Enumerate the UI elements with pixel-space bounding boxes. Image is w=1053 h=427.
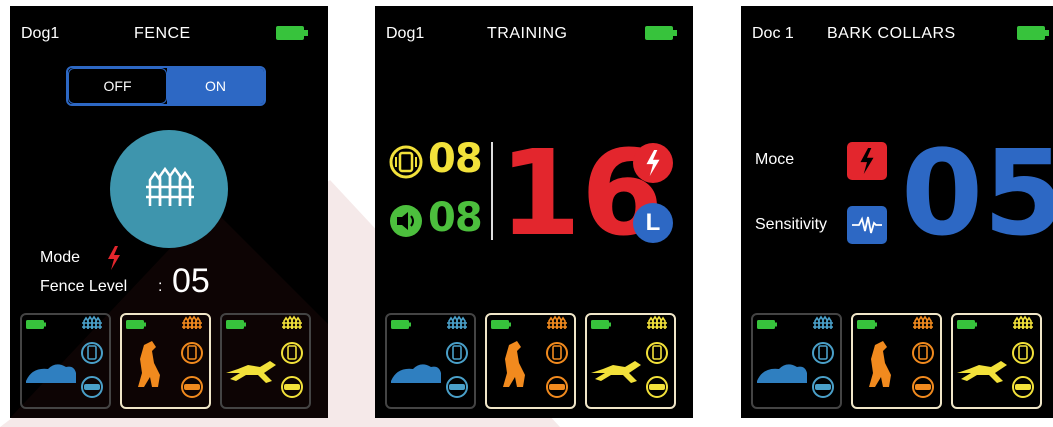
battery-icon xyxy=(757,320,777,329)
vibration-value: 08 xyxy=(428,136,483,182)
screen-training: Dog1 TRAINING 08 08 16 L xyxy=(375,6,693,418)
power-toggle[interactable]: OFF ON xyxy=(66,66,266,106)
dog-card-running[interactable] xyxy=(585,313,676,409)
mode-label: Moce xyxy=(755,151,795,168)
toggle-on[interactable]: ON xyxy=(167,68,264,104)
dog-icon xyxy=(591,361,641,383)
dog-label: Doc 1 xyxy=(752,25,794,42)
shock-icon xyxy=(860,148,874,174)
dog-label: Dog1 xyxy=(386,25,425,42)
battery-icon xyxy=(226,320,246,329)
battery-icon xyxy=(857,320,877,329)
screen-title: BARK COLLARS xyxy=(827,25,956,42)
level-badge[interactable]: L xyxy=(633,203,673,243)
tone-value: 08 xyxy=(428,195,483,241)
status-icons xyxy=(912,315,934,398)
vibration-icon[interactable] xyxy=(389,145,423,179)
dog-card-sitting[interactable] xyxy=(851,313,942,409)
sensitivity-button[interactable] xyxy=(847,206,887,244)
sensitivity-label: Sensitivity xyxy=(755,216,828,233)
dog-card-running-art xyxy=(226,315,303,398)
status-icons xyxy=(812,315,834,398)
dog-icon xyxy=(957,361,1007,383)
waveform-icon xyxy=(852,216,882,234)
dog-card-sitting-art xyxy=(857,315,934,398)
dog-card-row xyxy=(20,313,320,411)
dog-card-sitting-art xyxy=(126,315,203,398)
dog-card-lying[interactable] xyxy=(20,313,111,409)
fence-level-colon: : xyxy=(158,278,163,295)
status-icons xyxy=(81,315,103,398)
fence-button[interactable] xyxy=(110,130,228,248)
shock-mode-button[interactable] xyxy=(847,142,887,180)
screen-fence: Dog1 FENCE OFF ON Mode Fence Level : 05 xyxy=(10,6,328,418)
dog-icon xyxy=(869,341,891,387)
battery-icon xyxy=(491,320,511,329)
dog-card-lying-art xyxy=(26,315,103,398)
dog-card-running[interactable] xyxy=(951,313,1042,409)
dog-card-row xyxy=(385,313,685,411)
screen-title: TRAINING xyxy=(487,25,568,42)
fence-level-value: 05 xyxy=(172,262,210,300)
battery-icon xyxy=(26,320,46,329)
dog-card-sitting[interactable] xyxy=(120,313,211,409)
fence-level-label: Fence Level xyxy=(40,278,128,295)
dog-card-lying[interactable] xyxy=(751,313,842,409)
dog-card-running-art xyxy=(957,315,1034,398)
dog-card-running-art xyxy=(591,315,668,398)
dog-label: Dog1 xyxy=(21,25,60,42)
battery-icon xyxy=(391,320,411,329)
dog-card-row xyxy=(751,313,1051,411)
dog-icon xyxy=(757,364,807,383)
battery-icon xyxy=(957,320,977,329)
status-icons xyxy=(646,315,668,398)
status-icons xyxy=(281,315,303,398)
battery-icon xyxy=(276,26,308,40)
sensitivity-value: 05 xyxy=(901,124,1053,262)
dog-card-sitting-art xyxy=(491,315,568,398)
status-icons xyxy=(446,315,468,398)
dog-card-running[interactable] xyxy=(220,313,311,409)
status-icons xyxy=(181,315,203,398)
shock-mode-button[interactable] xyxy=(633,143,673,183)
dog-card-sitting[interactable] xyxy=(485,313,576,409)
battery-icon xyxy=(591,320,611,329)
dog-card-lying[interactable] xyxy=(385,313,476,409)
shock-icon xyxy=(108,246,120,270)
fence-icon xyxy=(146,166,194,206)
shock-icon xyxy=(646,150,660,176)
battery-icon xyxy=(645,26,677,40)
dog-card-lying-art xyxy=(757,315,834,398)
divider xyxy=(491,142,493,240)
screen-bark-collars: Doc 1 BARK COLLARS Moce Sensitivity 05 xyxy=(741,6,1053,418)
screen-title: FENCE xyxy=(134,25,191,42)
dog-icon xyxy=(226,361,276,383)
dog-icon xyxy=(138,341,160,387)
mode-label: Mode xyxy=(40,249,81,266)
dog-icon xyxy=(26,364,76,383)
dog-icon xyxy=(391,364,441,383)
speaker-icon[interactable] xyxy=(389,204,423,238)
status-icons xyxy=(1012,315,1034,398)
battery-icon xyxy=(126,320,146,329)
status-icons xyxy=(546,315,568,398)
dog-card-lying-art xyxy=(391,315,468,398)
battery-icon xyxy=(1017,26,1049,40)
dog-icon xyxy=(503,341,525,387)
toggle-off[interactable]: OFF xyxy=(68,68,167,104)
